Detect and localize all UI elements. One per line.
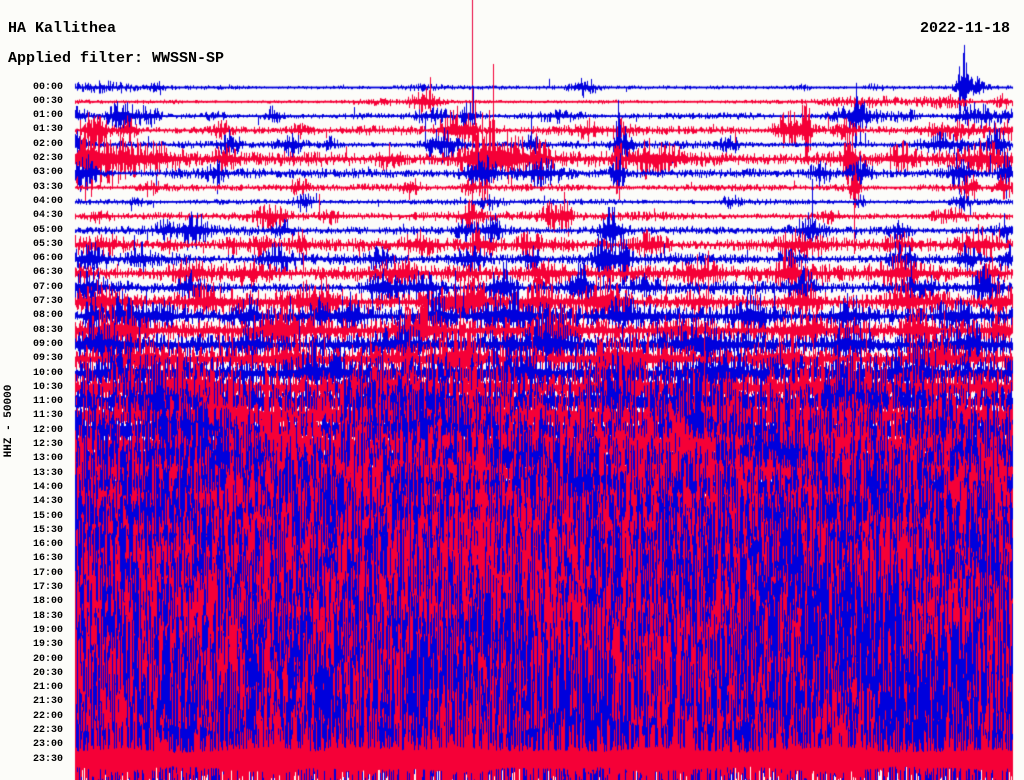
- time-label: 14:30: [32, 496, 63, 508]
- time-label: 06:30: [32, 267, 63, 279]
- time-label: 16:00: [32, 539, 63, 551]
- time-label: 03:00: [32, 167, 63, 179]
- time-label: 22:30: [32, 725, 63, 736]
- time-label: 13:00: [32, 453, 63, 465]
- time-label: 05:00: [32, 224, 63, 236]
- time-label: 23:00: [32, 739, 63, 751]
- time-label: 00:30: [32, 95, 63, 107]
- time-label: 15:30: [32, 524, 63, 536]
- time-label: 21:00: [32, 682, 63, 694]
- time-label: 12:00: [32, 424, 63, 436]
- time-label: 03:30: [32, 181, 63, 193]
- time-label: 11:30: [32, 410, 63, 422]
- time-label: 23:30: [32, 753, 63, 765]
- time-label: 04:00: [32, 195, 63, 207]
- time-label: 01:00: [32, 110, 63, 122]
- helicorder-plot: [0, 0, 1024, 780]
- time-label: 10:30: [32, 381, 63, 393]
- time-label: 08:30: [32, 324, 63, 336]
- time-label: 01:30: [32, 124, 63, 136]
- time-label: 20:30: [32, 667, 63, 679]
- time-label: 19:30: [32, 639, 63, 651]
- time-axis: 00:00 00:30 01:00 01:30 02:00 02:30 03:00 03:30…: [0, 0, 64, 780]
- time-label: 17:30: [32, 582, 63, 593]
- time-label: 04:30: [32, 210, 63, 222]
- time-label: 02:00: [32, 138, 63, 150]
- time-label: 08:00: [32, 310, 63, 322]
- time-label: 05:30: [32, 238, 63, 250]
- time-label: 18:30: [32, 610, 63, 622]
- time-label: 14:00: [32, 481, 63, 493]
- time-label: 20:00: [32, 653, 63, 665]
- time-label: 22:00: [32, 710, 63, 722]
- time-label: 02:30: [32, 153, 63, 164]
- time-label: 07:30: [32, 296, 63, 307]
- time-label: 21:30: [32, 696, 63, 708]
- time-label: 17:00: [32, 567, 63, 579]
- time-label: 09:30: [32, 353, 63, 365]
- time-label: 06:00: [32, 253, 63, 265]
- time-label: 18:00: [32, 596, 63, 608]
- time-label: 12:30: [32, 439, 63, 450]
- time-label: 15:00: [32, 510, 63, 522]
- time-label: 10:00: [32, 367, 63, 379]
- time-label: 16:30: [32, 553, 63, 565]
- time-label: 19:00: [32, 624, 63, 636]
- time-label: 11:00: [32, 396, 63, 408]
- time-label: 07:00: [32, 281, 63, 293]
- time-label: 00:00: [32, 81, 63, 93]
- time-label: 09:00: [32, 338, 63, 350]
- plot-date: 2022-11-18: [919, 20, 1010, 37]
- time-label: 13:30: [32, 467, 63, 479]
